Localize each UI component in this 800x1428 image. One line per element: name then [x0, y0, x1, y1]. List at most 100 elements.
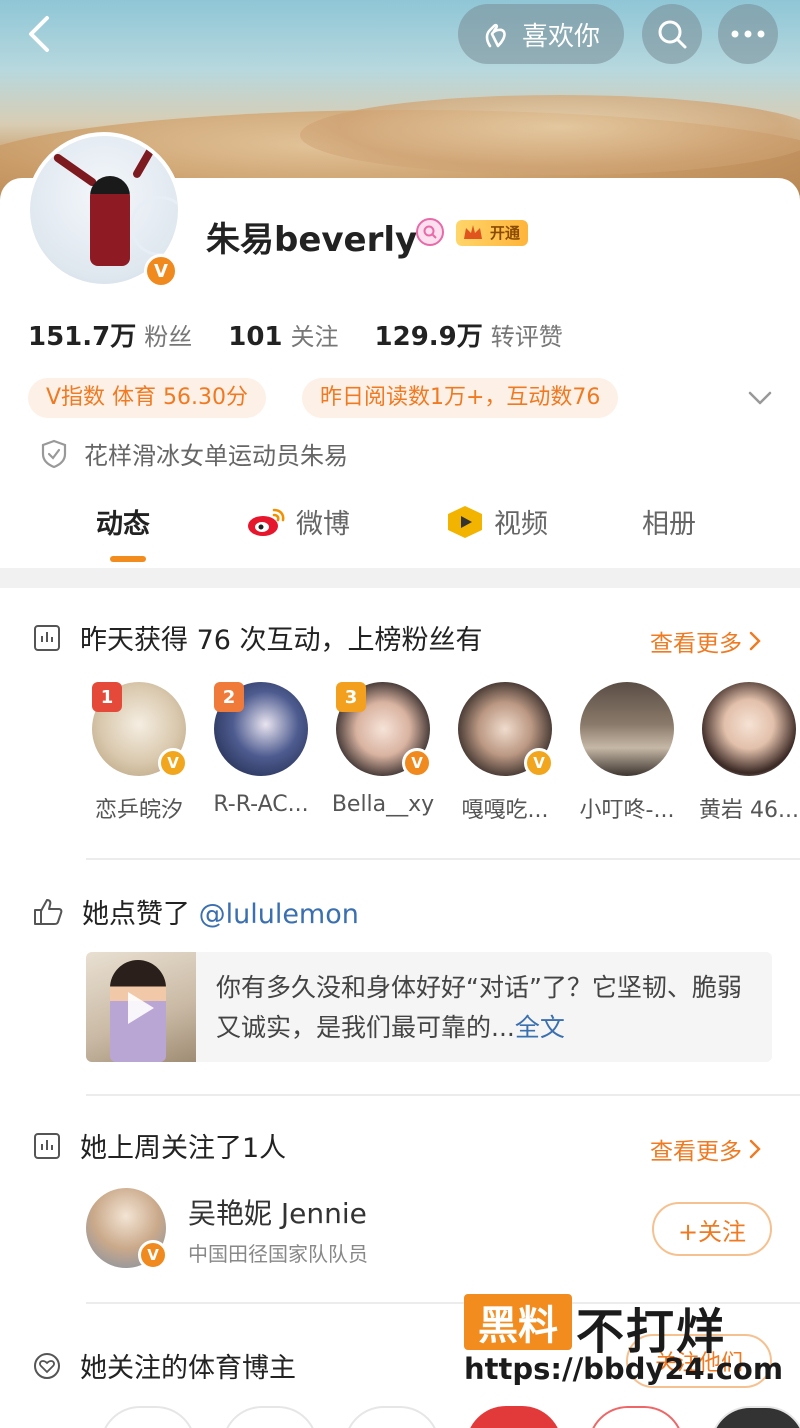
tab-feed[interactable]: 动态	[96, 502, 150, 541]
fans-see-more-label: 查看更多	[650, 631, 742, 657]
profile-bio: 花样滑冰女单运动员朱易	[40, 436, 348, 471]
followed-see-more-link[interactable]: 查看更多	[650, 1132, 762, 1166]
fan-item[interactable]: 小叮咚-...	[572, 682, 682, 824]
fan-avatar: 1 V	[92, 682, 188, 778]
fan-name: 黄岩 46...	[699, 798, 799, 823]
followed-section-header: 她上周关注了1人	[32, 1126, 286, 1165]
chevron-right-icon	[749, 631, 761, 651]
weibo-icon	[248, 508, 285, 536]
hand-heart-icon	[485, 23, 506, 48]
shield-icon	[41, 439, 67, 468]
liked-section-header: 她点赞了 @lululemon	[32, 892, 359, 931]
tab-video-label: 视频	[494, 509, 548, 540]
like-you-button[interactable]: 喜欢你	[458, 4, 624, 64]
blogger-avatar[interactable]	[710, 1406, 800, 1428]
read-stats-pill[interactable]: 昨日阅读数1万+，互动数76	[302, 378, 619, 418]
verified-badge-icon: V	[402, 748, 432, 778]
blogger-avatar[interactable]	[222, 1406, 318, 1428]
vip-open-badge[interactable]: 开通	[456, 220, 529, 246]
watermark: 黑料 不打烊 https://bbdy24.com	[464, 1294, 800, 1394]
heart-circle-icon	[34, 1352, 60, 1379]
verified-badge-icon: V	[158, 748, 188, 778]
fan-item[interactable]: 2 R-R-AC...	[206, 682, 316, 817]
video-thumbnail[interactable]	[86, 952, 196, 1062]
play-icon	[128, 992, 154, 1024]
chevron-down-icon[interactable]	[746, 384, 774, 412]
blogger-avatar[interactable]	[588, 1406, 684, 1428]
active-tab-indicator	[110, 556, 146, 562]
like-you-label: 喜欢你	[521, 21, 600, 52]
liked-section-title: 她点赞了	[82, 899, 190, 930]
engagement-label: 转评赞	[490, 323, 563, 351]
fans-section-title: 昨天获得 76 次互动，上榜粉丝有	[80, 625, 483, 656]
fan-name: 小叮咚-...	[579, 798, 675, 823]
fan-item[interactable]: V 嘎嘎吃...	[450, 682, 560, 824]
thumbs-up-icon	[34, 898, 63, 925]
blogger-avatar[interactable]	[100, 1406, 196, 1428]
tab-album-label: 相册	[642, 509, 696, 540]
watermark-box: 黑料	[464, 1294, 572, 1350]
fan-avatar	[702, 682, 796, 776]
video-icon	[448, 505, 482, 538]
engagement-count: 129.9万	[374, 322, 483, 352]
tab-album[interactable]: 相册	[642, 502, 696, 541]
sports-bloggers-row	[0, 1406, 800, 1428]
divider	[86, 858, 800, 860]
blogger-avatar[interactable]	[466, 1406, 562, 1428]
mention-link[interactable]: @lululemon	[199, 899, 359, 930]
fan-avatar	[580, 682, 674, 776]
tab-video[interactable]: 视频	[446, 502, 548, 541]
more-button[interactable]	[718, 4, 778, 64]
fans-label[interactable]: 粉丝	[144, 317, 192, 352]
liked-post-card[interactable]: 你有多久没和身体好好“对话”了？它坚韧、脆弱又诚实，是我们最可靠的...全文	[86, 952, 772, 1062]
fans-section-header: 昨天获得 76 次互动，上榜粉丝有	[32, 618, 483, 657]
tab-weibo[interactable]: 微博	[246, 502, 350, 541]
fan-name: R-R-AC...	[213, 792, 309, 817]
followed-user-desc: 中国田径国家队队员	[188, 1242, 368, 1266]
fan-item[interactable]: 1 V 恋乒皖汐	[84, 682, 194, 824]
bar-chart-icon	[34, 1132, 60, 1159]
following-label[interactable]: 关注	[291, 317, 339, 352]
more-dots-icon	[731, 30, 765, 38]
fan-item[interactable]: 黄岩 46...	[694, 682, 800, 824]
following-count[interactable]: 101	[228, 322, 282, 352]
followed-user-avatar[interactable]: V	[86, 1188, 168, 1270]
verified-badge-icon: V	[138, 1240, 168, 1270]
rank-badge: 3	[336, 682, 366, 712]
sports-section-header: 她关注的体育博主	[32, 1346, 296, 1385]
back-button[interactable]	[18, 12, 58, 56]
tab-feed-label: 动态	[96, 509, 150, 540]
followed-see-more-label: 查看更多	[650, 1139, 742, 1165]
v-index-pill[interactable]: V指数 体育 56.30分	[28, 378, 267, 418]
search-button[interactable]	[642, 4, 702, 64]
chevron-right-icon	[749, 1139, 761, 1159]
followed-user-name[interactable]: 吴艳妮 Jennie	[188, 1192, 367, 1232]
back-arrow-icon	[29, 16, 49, 52]
fan-name: 恋乒皖汐	[94, 798, 183, 823]
fans-see-more-link[interactable]: 查看更多	[650, 624, 762, 658]
full-text-link[interactable]: 全文	[515, 1013, 565, 1042]
fan-avatar: V	[458, 682, 554, 778]
liked-post-text: 你有多久没和身体好好“对话”了？它坚韧、脆弱又诚实，是我们最可靠的...	[216, 973, 742, 1042]
rank-badge: 2	[214, 682, 244, 712]
fans-count[interactable]: 151.7万	[28, 316, 136, 353]
profile-tabs: 动态 微博 视频 相册	[0, 490, 800, 562]
search-glass-badge-icon[interactable]	[416, 218, 444, 246]
sports-section-title: 她关注的体育博主	[80, 1353, 296, 1384]
crown-icon	[464, 225, 482, 239]
bio-text: 花样滑冰女单运动员朱易	[84, 442, 348, 470]
verified-badge-icon: V	[524, 748, 554, 778]
blogger-avatar[interactable]	[344, 1406, 440, 1428]
followed-user-row[interactable]: V 吴艳妮 Jennie 中国田径国家队队员 +关注	[86, 1188, 786, 1272]
fan-avatar: 2	[214, 682, 308, 776]
fan-item[interactable]: 3 V Bella__xy	[328, 682, 438, 817]
profile-stats: 151.7万 粉丝 101 关注 129.9万 转评赞	[28, 316, 599, 353]
fan-name: 嘎嘎吃...	[461, 798, 549, 823]
vip-open-label: 开通	[490, 224, 521, 242]
watermark-url: https://bbdy24.com	[464, 1352, 784, 1386]
verified-badge-icon: V	[144, 254, 178, 288]
follow-button[interactable]: +关注	[652, 1202, 772, 1256]
profile-name: 朱易beverly	[206, 220, 418, 260]
fan-name: Bella__xy	[331, 792, 435, 817]
followed-section-title: 她上周关注了1人	[80, 1133, 287, 1164]
